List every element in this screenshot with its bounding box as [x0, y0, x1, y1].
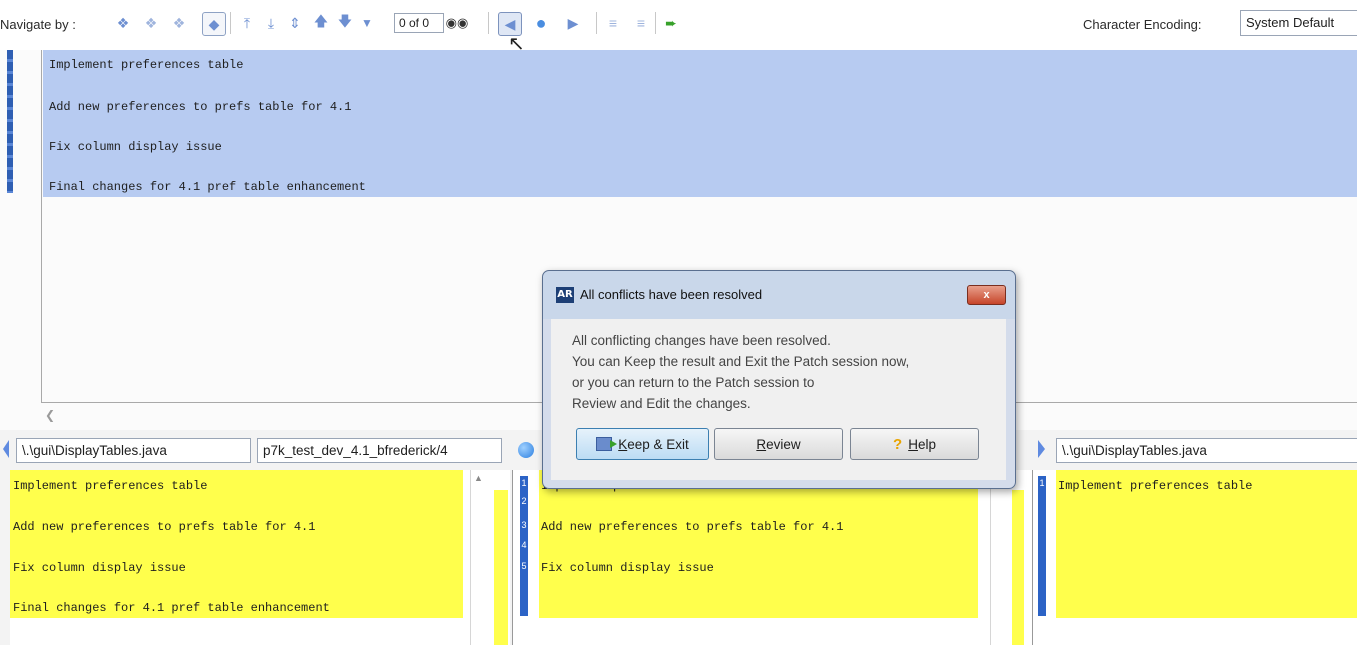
left-version-field[interactable]: p7k_test_dev_4.1_bfrederick/4 — [257, 438, 502, 463]
left-line[interactable]: Add new preferences to prefs table for 4… — [13, 520, 315, 534]
toolbar-separator — [655, 12, 656, 34]
line-number: 4 — [521, 540, 527, 550]
dialog-title: All conflicts have been resolved — [580, 287, 763, 302]
line-number: 1 — [521, 478, 527, 488]
toolbar: Navigate by : ❖ ❖ ❖ ◆ ⤒ ⤓ ⇕ 🡅 🡇 ▼ 0 of 0… — [0, 0, 1357, 50]
last-change-icon[interactable]: ⤓ — [260, 12, 282, 34]
circle-icon — [518, 442, 534, 458]
mouse-cursor-icon: ↖ — [508, 33, 525, 55]
line-number: 5 — [521, 561, 527, 571]
selection-highlight — [43, 50, 1357, 197]
middle-line[interactable]: Add new preferences to prefs table for 4… — [541, 520, 843, 534]
middle-scrollbar[interactable] — [990, 470, 1005, 645]
result-line[interactable]: Fix column display issue — [49, 140, 222, 154]
help-button[interactable]: ? Help — [850, 428, 979, 460]
merge-all-icon[interactable]: ≡ — [630, 12, 652, 34]
navigate-by-label: Navigate by : — [0, 17, 76, 32]
diff-nav-icon[interactable]: ❖ — [112, 12, 134, 34]
close-button[interactable]: x — [967, 285, 1006, 305]
result-line[interactable]: Final changes for 4.1 pref table enhance… — [49, 180, 366, 194]
conflicts-resolved-dialog: AR All conflicts have been resolved x Al… — [542, 270, 1016, 489]
message-line: Review and Edit the changes. — [572, 396, 751, 411]
overview-marker — [494, 490, 508, 645]
scroll-up-icon[interactable]: ▲ — [474, 473, 483, 483]
app-logo-icon: AR — [556, 287, 574, 303]
keep-exit-icon — [596, 437, 618, 451]
prev-diff-icon[interactable]: ❖ — [140, 12, 162, 34]
keep-exit-button[interactable]: Keep & Exit — [576, 428, 709, 460]
review-label: Review — [756, 436, 801, 452]
up-arrow-icon[interactable]: 🡅 — [310, 12, 332, 34]
encoding-select[interactable]: System Default — [1240, 10, 1357, 36]
left-line[interactable]: Fix column display issue — [13, 561, 186, 575]
result-line[interactable]: Add new preferences to prefs table for 4… — [49, 100, 351, 114]
dialog-message: All conflicting changes have been resolv… — [572, 330, 1002, 414]
encoding-label: Character Encoding: — [1083, 17, 1202, 32]
scroll-left-icon[interactable]: ❮ — [45, 408, 55, 422]
left-line[interactable]: Implement preferences table — [13, 479, 207, 493]
down-arrow-icon[interactable]: ▼ — [356, 12, 378, 34]
review-button[interactable]: Review — [714, 428, 843, 460]
left-line[interactable]: Final changes for 4.1 pref table enhance… — [13, 601, 330, 615]
next-diff-icon[interactable]: ❖ — [168, 12, 190, 34]
merge-icon[interactable]: ≡ — [602, 12, 624, 34]
result-line[interactable]: Implement preferences table — [49, 58, 243, 72]
keep-exit-label: Keep & Exit — [618, 436, 689, 452]
change-marker — [7, 50, 13, 193]
find-icon[interactable]: ◉◉ — [446, 12, 469, 34]
message-line: or you can return to the Patch session t… — [572, 375, 815, 390]
left-scrollbar[interactable] — [470, 470, 485, 645]
position-field[interactable]: 0 of 0 — [394, 13, 444, 33]
left-file-field[interactable]: \.\gui\DisplayTables.java — [16, 438, 251, 463]
help-icon: ? — [893, 435, 903, 453]
toolbar-separator — [230, 12, 231, 34]
all-diff-icon[interactable]: ◆ — [202, 12, 226, 36]
keep-exit-icon[interactable]: ➨ — [660, 12, 682, 34]
line-number: 1 — [1039, 478, 1045, 488]
left-pane-arrow-icon — [3, 440, 9, 458]
expand-icon[interactable]: ⇕ — [284, 12, 306, 34]
middle-line[interactable]: Fix column display issue — [541, 561, 714, 575]
right-arrow-icon[interactable]: ▶ — [562, 12, 584, 34]
right-file-field[interactable]: \.\gui\DisplayTables.java — [1056, 438, 1357, 463]
message-line: You can Keep the result and Exit the Pat… — [572, 354, 910, 369]
first-change-icon[interactable]: ⤒ — [236, 12, 258, 34]
line-number: 2 — [521, 496, 527, 506]
line-number: 3 — [521, 520, 527, 530]
down-arrow-icon[interactable]: 🡇 — [334, 12, 356, 34]
toolbar-separator — [596, 12, 597, 34]
circle-icon[interactable]: ● — [530, 12, 552, 34]
toolbar-separator — [488, 12, 489, 34]
message-line: All conflicting changes have been resolv… — [572, 333, 831, 348]
overview-marker — [1012, 490, 1024, 645]
right-pane-arrow-icon — [1038, 440, 1045, 458]
right-line[interactable]: Implement preferences table — [1058, 479, 1252, 493]
help-label: Help — [908, 436, 936, 452]
line-number-gutter — [1038, 476, 1046, 616]
